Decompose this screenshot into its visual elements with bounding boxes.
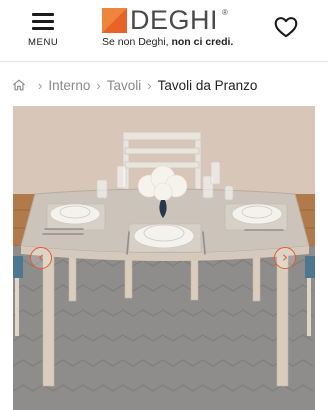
home-icon[interactable]: [12, 78, 26, 92]
gallery-next-button[interactable]: ›: [274, 247, 296, 269]
menu-button[interactable]: MENU: [26, 10, 66, 50]
brand-logo[interactable]: DEGHI ® Se non Deghi, non ci credi.: [100, 5, 240, 56]
gallery-prev-button[interactable]: ‹: [30, 247, 52, 269]
product-gallery[interactable]: ‹ ›: [13, 106, 315, 410]
breadcrumb-interno[interactable]: Interno: [48, 78, 90, 93]
product-photo: [13, 106, 315, 410]
brand-name: DEGHI: [130, 5, 219, 35]
brand-tagline: Se non Deghi, non ci credi.: [102, 36, 233, 48]
registered-mark: ®: [222, 8, 228, 17]
breadcrumb-separator: ›: [147, 77, 152, 93]
breadcrumb-tavoli[interactable]: Tavoli: [107, 78, 142, 93]
logo-mark: [102, 8, 127, 33]
tagline-prefix: Se non Deghi,: [102, 36, 169, 48]
chevron-right-icon: ›: [282, 248, 288, 266]
breadcrumb-separator: ›: [96, 77, 101, 93]
breadcrumb: › Interno › Tavoli › Tavoli da Pranzo: [12, 75, 257, 95]
site-header: MENU DEGHI ® Se non Deghi, non ci credi.: [0, 0, 328, 62]
wishlist-button[interactable]: [273, 14, 299, 40]
tagline-bold: non ci credi.: [171, 36, 234, 48]
hamburger-icon: [32, 13, 54, 30]
heart-icon: [274, 17, 298, 38]
breadcrumb-current: Tavoli da Pranzo: [157, 77, 258, 93]
breadcrumb-separator: ›: [38, 77, 43, 93]
chevron-left-icon: ‹: [38, 248, 44, 266]
menu-label: MENU: [28, 37, 59, 48]
